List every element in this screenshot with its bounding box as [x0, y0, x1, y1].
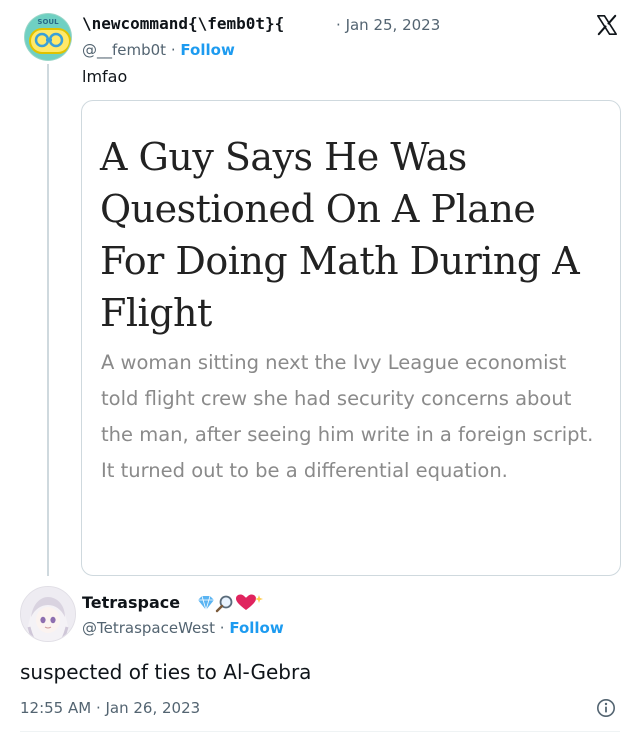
follow-button[interactable]: Follow: [180, 41, 234, 59]
reply-follow-button[interactable]: Follow: [229, 619, 283, 637]
author-handle[interactable]: @__femb0t: [82, 41, 166, 59]
reply-text: suspected of ties to Al-Gebra: [20, 660, 312, 684]
reply-timestamp[interactable]: 12:55 AM · Jan 26, 2023: [20, 699, 200, 717]
tweet-date[interactable]: · Jan 25, 2023: [336, 16, 440, 34]
reply-author-handle-row: @TetraspaceWest · Follow: [82, 619, 284, 637]
author-display-name[interactable]: \newcommand{\femb0t}{: [82, 14, 284, 33]
sparkling-heart-icon: [236, 594, 263, 610]
author-handle-row: @__femb0t · Follow: [82, 41, 235, 59]
reply-author-avatar[interactable]: [20, 586, 76, 642]
tweet-text: lmfao: [82, 67, 128, 86]
date-text[interactable]: Jan 25, 2023: [346, 16, 441, 34]
article-image-card[interactable]: A Guy Says He Was Questioned On A Plane …: [81, 100, 621, 576]
x-logo-icon[interactable]: [596, 14, 618, 36]
reply-author-display-name[interactable]: Tetraspace: [82, 593, 180, 612]
handle-separator: ·: [170, 41, 176, 59]
reply-author-handle[interactable]: @TetraspaceWest: [82, 619, 215, 637]
profile-badges: [196, 593, 266, 613]
author-avatar[interactable]: SOUL: [25, 14, 71, 60]
date-separator: ·: [336, 16, 341, 34]
diamond-icon: [198, 595, 214, 611]
thread-connector-line: [47, 64, 49, 576]
divider: [20, 731, 620, 732]
reply-handle-separator: ·: [219, 619, 225, 637]
avatar-emblem: [29, 28, 71, 54]
article-summary: A woman sitting next the Ivy League econ…: [101, 351, 594, 482]
article-headline: A Guy Says He Was Questioned On A Plane …: [100, 135, 580, 335]
info-circle-icon[interactable]: [596, 698, 616, 718]
avatar-logo-text: SOUL: [37, 18, 59, 26]
magnifier-icon: [215, 595, 233, 613]
